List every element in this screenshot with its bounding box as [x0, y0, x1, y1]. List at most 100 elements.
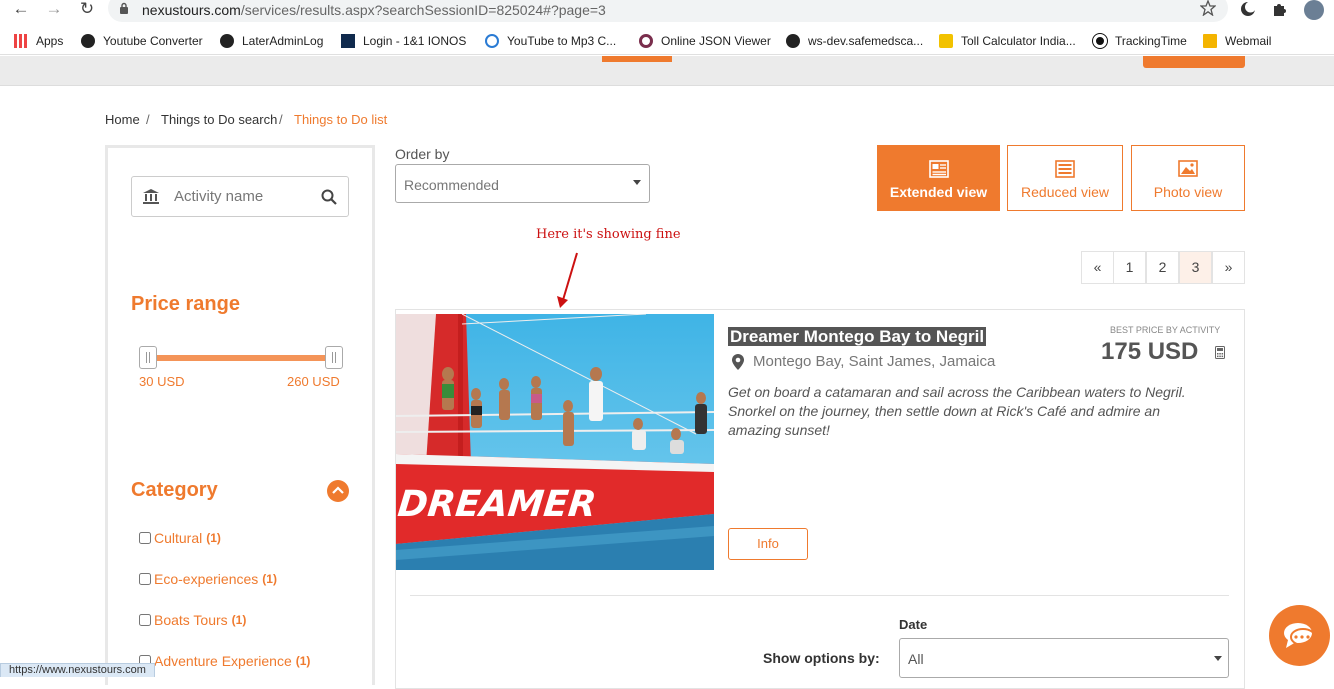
price-min-label: 30 USD [139, 374, 185, 389]
catamaran-photo: DREAMER [396, 314, 714, 570]
price-slider-max-handle[interactable] [325, 346, 343, 369]
category-option-adventure-experience[interactable]: Adventure Experience (1) [139, 653, 310, 669]
mail-icon [1203, 34, 1217, 48]
globe-icon [220, 34, 234, 48]
breadcrumb-search[interactable]: Things to Do search [161, 112, 277, 127]
photo-view-label: Photo view [1153, 184, 1223, 200]
order-by-select[interactable]: Recommended [395, 164, 650, 203]
activity-image[interactable]: DREAMER [396, 314, 714, 570]
annotation-text: Here it's showing fine [536, 227, 681, 242]
category-heading: Category [131, 479, 218, 501]
breadcrumb-current: Things to Do list [294, 112, 388, 127]
category-checkbox[interactable] [139, 573, 151, 585]
chevron-up-icon [332, 486, 344, 494]
photo-view-button[interactable]: Photo view [1131, 145, 1245, 211]
order-by-label: Order by [395, 146, 450, 162]
globe-icon [786, 34, 800, 48]
category-checkbox[interactable] [139, 532, 151, 544]
category-count: (1) [295, 654, 311, 668]
date-select[interactable]: All [899, 638, 1229, 678]
activity-description: Get on board a catamaran and sail across… [728, 384, 1186, 438]
image-caption-text: DREAMER [396, 483, 598, 525]
search-icon[interactable] [321, 189, 337, 205]
bookmark-lateradminlog[interactable]: LaterAdminLog [220, 32, 323, 50]
extended-view-icon [928, 160, 949, 178]
bookmark-ws-dev[interactable]: ws-dev.safemedsca... [786, 32, 923, 50]
calculator-icon[interactable] [1215, 346, 1225, 359]
reduced-view-button[interactable]: Reduced view [1007, 145, 1123, 211]
show-options-label: Show options by: [763, 650, 880, 666]
bookmark-star-icon[interactable] [1200, 0, 1216, 16]
map-pin-icon [732, 354, 744, 370]
category-label: Adventure Experience [154, 653, 292, 669]
breadcrumb-home[interactable]: Home [105, 112, 140, 127]
header-action-button[interactable] [1143, 56, 1245, 68]
forward-arrow-icon[interactable]: → [43, 0, 65, 20]
header-nav-highlight [602, 56, 672, 62]
reload-icon[interactable]: ↻ [76, 0, 98, 20]
cloud-download-icon [485, 34, 499, 48]
activity-title[interactable]: Dreamer Montego Bay to Negril [728, 327, 987, 347]
bookmark-youtube-mp3[interactable]: YouTube to Mp3 C... [485, 32, 616, 50]
price-range-heading: Price range [131, 293, 240, 315]
json-viewer-icon [639, 34, 653, 48]
order-by-value: Recommended [404, 177, 499, 193]
reduced-view-label: Reduced view [1021, 184, 1109, 200]
bookmark-toll-calculator[interactable]: Toll Calculator India... [939, 32, 1076, 50]
category-count: (1) [206, 531, 221, 545]
museum-icon [143, 189, 159, 204]
price-slider-track[interactable] [148, 355, 335, 361]
bookmark-youtube-converter[interactable]: Youtube Converter [81, 32, 203, 50]
category-label: Cultural [154, 530, 203, 546]
category-checkbox[interactable] [139, 614, 151, 626]
browser-toolbar: ← → ↻ nexustours.com/services/results.as… [0, 0, 1334, 24]
info-button[interactable]: Info [728, 528, 808, 560]
pagination-page-2[interactable]: 2 [1146, 251, 1179, 284]
tracking-icon [1093, 34, 1107, 48]
pagination-page-3[interactable]: 3 [1179, 251, 1212, 284]
globe-icon [81, 34, 95, 48]
date-label: Date [899, 617, 928, 632]
photo-view-icon [1178, 160, 1198, 177]
chat-widget-button[interactable] [1269, 605, 1330, 666]
category-count: (1) [262, 572, 277, 586]
price-slider-min-handle[interactable] [139, 346, 157, 369]
activity-price: 175 USD [1101, 338, 1199, 365]
site-header [0, 56, 1334, 86]
lock-icon [120, 2, 128, 14]
bookmark-apps[interactable]: Apps [14, 32, 63, 50]
bookmarks-bar: Apps Youtube Converter LaterAdminLog Log… [0, 27, 1334, 55]
category-option-boats-tours[interactable]: Boats Tours (1) [139, 612, 246, 628]
bookmark-ionos-login[interactable]: Login - 1&1 IONOS [341, 32, 466, 50]
activity-location: Montego Bay, Saint James, Jamaica [753, 353, 996, 370]
toll-icon [939, 34, 953, 48]
category-option-cultural[interactable]: Cultural (1) [139, 530, 221, 546]
bookmark-json-viewer[interactable]: Online JSON Viewer [639, 32, 771, 50]
pagination-prev[interactable]: « [1081, 251, 1114, 284]
dark-mode-extension-icon[interactable] [1240, 1, 1256, 17]
activity-search-input[interactable]: Activity name [131, 176, 349, 217]
category-collapse-button[interactable] [327, 480, 349, 502]
price-max-label: 260 USD [287, 374, 340, 389]
bookmark-trackingtime[interactable]: TrackingTime [1093, 32, 1187, 50]
back-arrow-icon[interactable]: ← [10, 0, 32, 20]
url-text: nexustours.com/services/results.aspx?sea… [142, 2, 606, 18]
category-label: Boats Tours [154, 612, 228, 628]
bookmark-webmail[interactable]: Webmail [1203, 32, 1271, 50]
profile-avatar[interactable] [1304, 0, 1324, 20]
date-select-value: All [908, 651, 924, 667]
dropdown-caret-icon [1214, 656, 1222, 661]
filter-sidebar [105, 145, 375, 685]
pagination-next[interactable]: » [1212, 251, 1245, 284]
breadcrumb-separator: / [279, 112, 283, 127]
pagination-page-1[interactable]: 1 [1113, 251, 1146, 284]
extensions-puzzle-icon[interactable] [1272, 1, 1288, 17]
category-option-eco-experiences[interactable]: Eco-experiences (1) [139, 571, 277, 587]
activity-search-placeholder: Activity name [174, 188, 264, 205]
apps-grid-icon [14, 34, 28, 48]
best-price-label: BEST PRICE BY ACTIVITY [1110, 325, 1221, 335]
extended-view-button[interactable]: Extended view [877, 145, 1000, 211]
card-divider [410, 595, 1229, 596]
ionos-icon [341, 34, 355, 48]
breadcrumb-separator: / [146, 112, 150, 127]
